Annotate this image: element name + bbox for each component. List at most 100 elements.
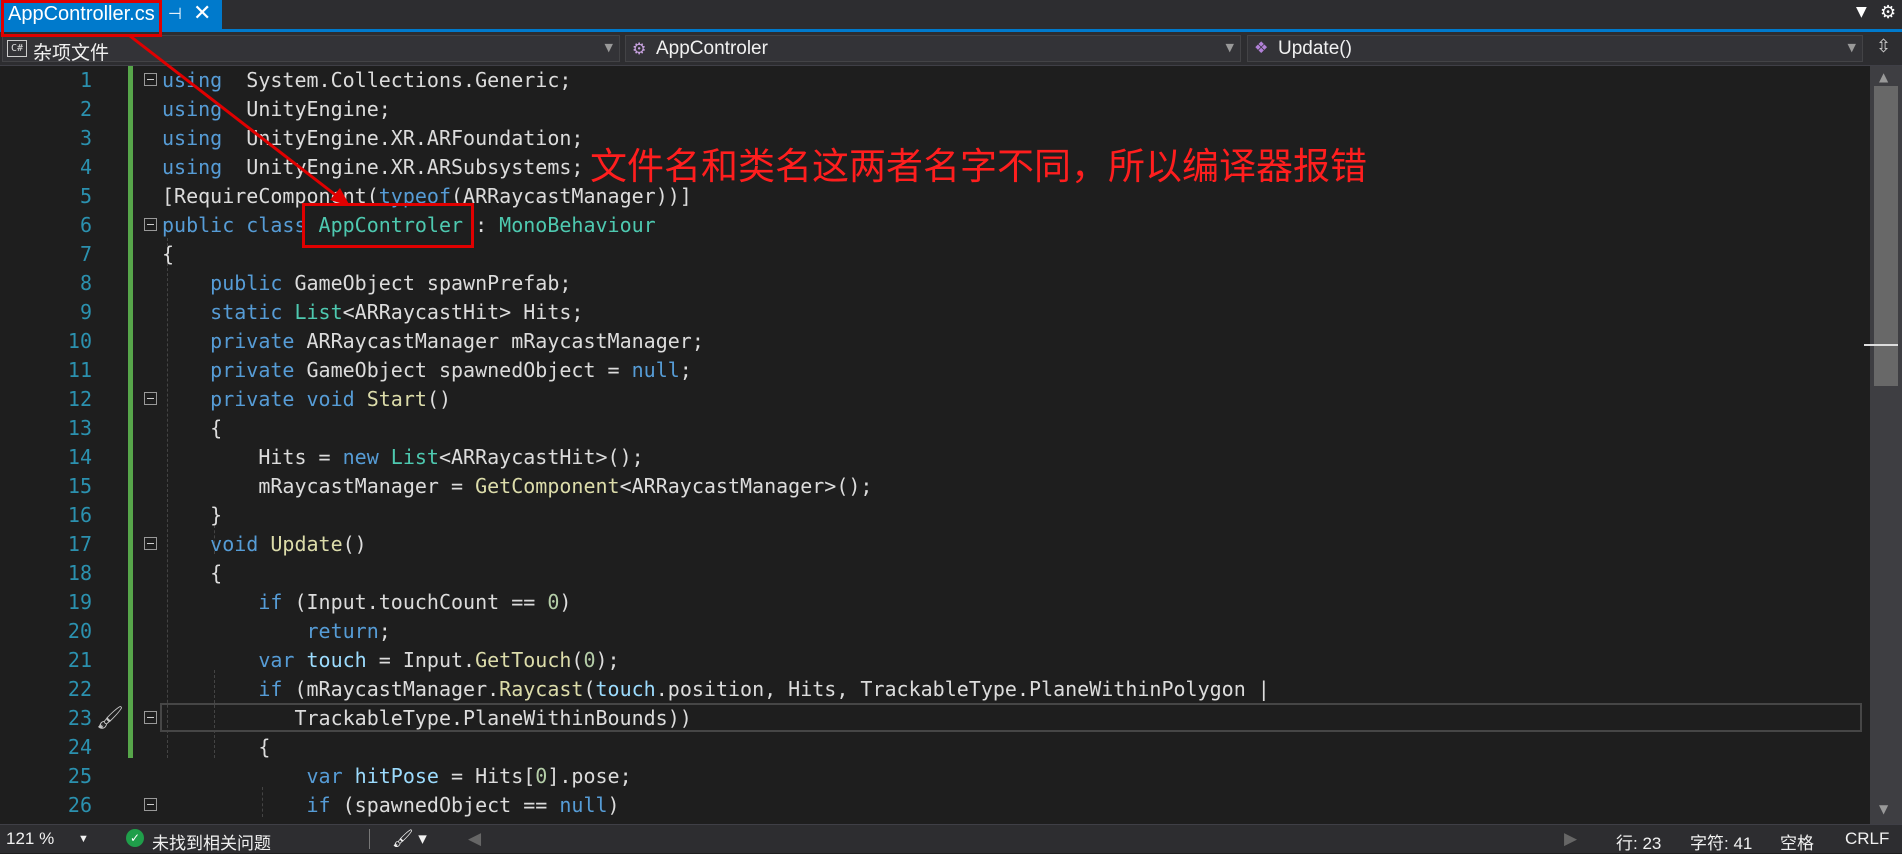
code-line[interactable]: 22 if (mRaycastManager.Raycast(touch.pos… (0, 675, 1870, 704)
collapse-icon[interactable] (144, 537, 157, 550)
code-line[interactable]: 17 void Update() (0, 530, 1870, 559)
code-text: static List<ARRaycastHit> Hits; (210, 300, 584, 324)
scroll-down-icon[interactable]: ▼ (1879, 802, 1888, 816)
code-line[interactable]: 12 private void Start() (0, 385, 1870, 414)
code-text: using System.Collections.Generic; (162, 68, 572, 92)
code-line[interactable]: 8 public GameObject spawnPrefab; (0, 269, 1870, 298)
code-line[interactable]: 10 private ARRaycastManager mRaycastMana… (0, 327, 1870, 356)
line-number: 6 (79, 213, 92, 237)
code-text: using UnityEngine.XR.ARFoundation; (162, 126, 584, 150)
code-line[interactable]: 14 Hits = new List<ARRaycastHit>(); (0, 443, 1870, 472)
code-line[interactable]: 25 var hitPose = Hits[0].pose; (0, 762, 1870, 791)
code-text: { (162, 735, 271, 759)
spacing-indicator[interactable]: 空格 (1780, 829, 1814, 854)
gear-icon[interactable]: ⚙ (1880, 2, 1896, 23)
class-dropdown[interactable]: ⚙ AppControler ▼ (625, 35, 1241, 62)
line-number: 9 (79, 300, 92, 324)
scroll-left-icon[interactable]: ◀ (468, 829, 481, 849)
collapse-icon[interactable] (144, 711, 157, 724)
chevron-down-icon: ▼ (604, 41, 613, 54)
code-line[interactable]: 1 using System.Collections.Generic; (0, 66, 1870, 95)
csharp-file-icon: C# (7, 40, 27, 57)
line-number: 26 (67, 793, 92, 817)
code-text: Hits = new List<ARRaycastHit>(); (162, 445, 644, 469)
code-text: using UnityEngine.XR.ARSubsystems; (162, 155, 584, 179)
status-bar: 121 % ▼ ✓ 未找到相关问题 🖌 ▾ ◀ ▶ 行: 23 字符: 41 空… (0, 824, 1902, 853)
project-dropdown[interactable]: C# 杂项文件 ▼ (2, 35, 620, 64)
classname-highlight-box (302, 203, 474, 248)
line-number: 10 (67, 329, 92, 353)
code-line[interactable]: 9 static List<ARRaycastHit> Hits; (0, 298, 1870, 327)
collapse-icon[interactable] (144, 392, 157, 405)
code-text: { (162, 561, 223, 585)
line-number: 5 (79, 184, 92, 208)
pin-icon[interactable]: ⊣ (168, 4, 182, 23)
code-text: private ARRaycastManager mRaycastManager… (210, 329, 704, 353)
code-line[interactable]: 23 TrackableType.PlaneWithinBounds)) (0, 704, 1870, 733)
brush-icon[interactable]: 🖌 ▾ (392, 829, 427, 849)
scroll-up-icon[interactable]: ▲ (1879, 70, 1888, 84)
line-number: 1 (79, 68, 92, 92)
code-text: using UnityEngine; (162, 97, 391, 121)
scroll-right-icon[interactable]: ▶ (1564, 829, 1577, 849)
divider (369, 829, 370, 849)
collapse-icon[interactable] (144, 218, 157, 231)
line-number: 8 (79, 271, 92, 295)
eol-indicator[interactable]: CRLF (1845, 829, 1889, 849)
code-text: if (mRaycastManager.Raycast(touch.positi… (258, 677, 1270, 701)
code-text: TrackableType.PlaneWithinBounds)) (162, 706, 692, 730)
code-line[interactable]: 13 { (0, 414, 1870, 443)
code-text: return; (306, 619, 391, 643)
line-number: 18 (67, 561, 92, 585)
code-line[interactable]: 19 if (Input.touchCount == 0) (0, 588, 1870, 617)
code-line[interactable]: 2 using UnityEngine; (0, 95, 1870, 124)
line-number: 24 (67, 735, 92, 759)
code-line[interactable]: 15 mRaycastManager = GetComponent<ARRayc… (0, 472, 1870, 501)
close-icon[interactable]: ✕ (193, 1, 211, 26)
line-number: 3 (79, 126, 92, 150)
code-text: var hitPose = Hits[0].pose; (306, 764, 632, 788)
document-tab-bar: AppController.cs ⊣ ✕ ▼ ⚙ (0, 0, 1902, 32)
class-icon: ⚙ (632, 39, 647, 58)
split-window-icon[interactable]: ⇳ (1876, 36, 1891, 57)
line-number: 22 (67, 677, 92, 701)
tab-list-dropdown-icon[interactable]: ▼ (1856, 4, 1867, 20)
vertical-scrollbar[interactable]: ▲ ▼ (1870, 66, 1902, 824)
code-line[interactable]: 7{ (0, 240, 1870, 269)
code-text: if (Input.touchCount == 0) (258, 590, 572, 614)
line-number: 23 (67, 706, 92, 730)
line-number: 4 (79, 155, 92, 179)
check-icon: ✓ (126, 829, 144, 847)
code-line[interactable]: 11 private GameObject spawnedObject = nu… (0, 356, 1870, 385)
project-label: 杂项文件 (33, 43, 110, 64)
line-indicator: 行: 23 (1616, 834, 1662, 853)
code-line[interactable]: 6 public class AppControler : MonoBehavio… (0, 211, 1870, 240)
collapse-icon[interactable] (144, 73, 157, 86)
code-text: } (162, 503, 223, 527)
code-text: var touch = Input.GetTouch(0); (258, 648, 620, 672)
filename-highlight-box (1, 0, 162, 37)
line-number: 2 (79, 97, 92, 121)
member-label: Update() (1278, 38, 1352, 59)
issues-status[interactable]: 未找到相关问题 (152, 829, 271, 854)
collapse-icon[interactable] (144, 798, 157, 811)
line-number: 19 (67, 590, 92, 614)
code-line[interactable]: 26 if (spawnedObject == null) (0, 791, 1870, 820)
member-dropdown[interactable]: ❖ Update() ▼ (1247, 35, 1863, 62)
code-text: public GameObject spawnPrefab; (210, 271, 572, 295)
chevron-down-icon[interactable]: ▼ (78, 833, 89, 845)
code-line[interactable]: 18 { (0, 559, 1870, 588)
code-line[interactable]: 21 var touch = Input.GetTouch(0); (0, 646, 1870, 675)
code-line[interactable]: 20 return; (0, 617, 1870, 646)
code-line[interactable]: 16 } (0, 501, 1870, 530)
code-line[interactable]: 24 { (0, 733, 1870, 762)
method-icon: ❖ (1254, 38, 1269, 57)
scroll-thumb[interactable] (1874, 86, 1898, 386)
class-label: AppControler (656, 38, 768, 59)
line-number: 13 (67, 416, 92, 440)
annotation-text: 文件名和类名这两者名字不同，所以编译器报错 (590, 145, 1367, 188)
code-text: { (162, 242, 175, 266)
zoom-level[interactable]: 121 % (6, 829, 54, 849)
line-number: 21 (67, 648, 92, 672)
code-text: void Update() (210, 532, 367, 556)
